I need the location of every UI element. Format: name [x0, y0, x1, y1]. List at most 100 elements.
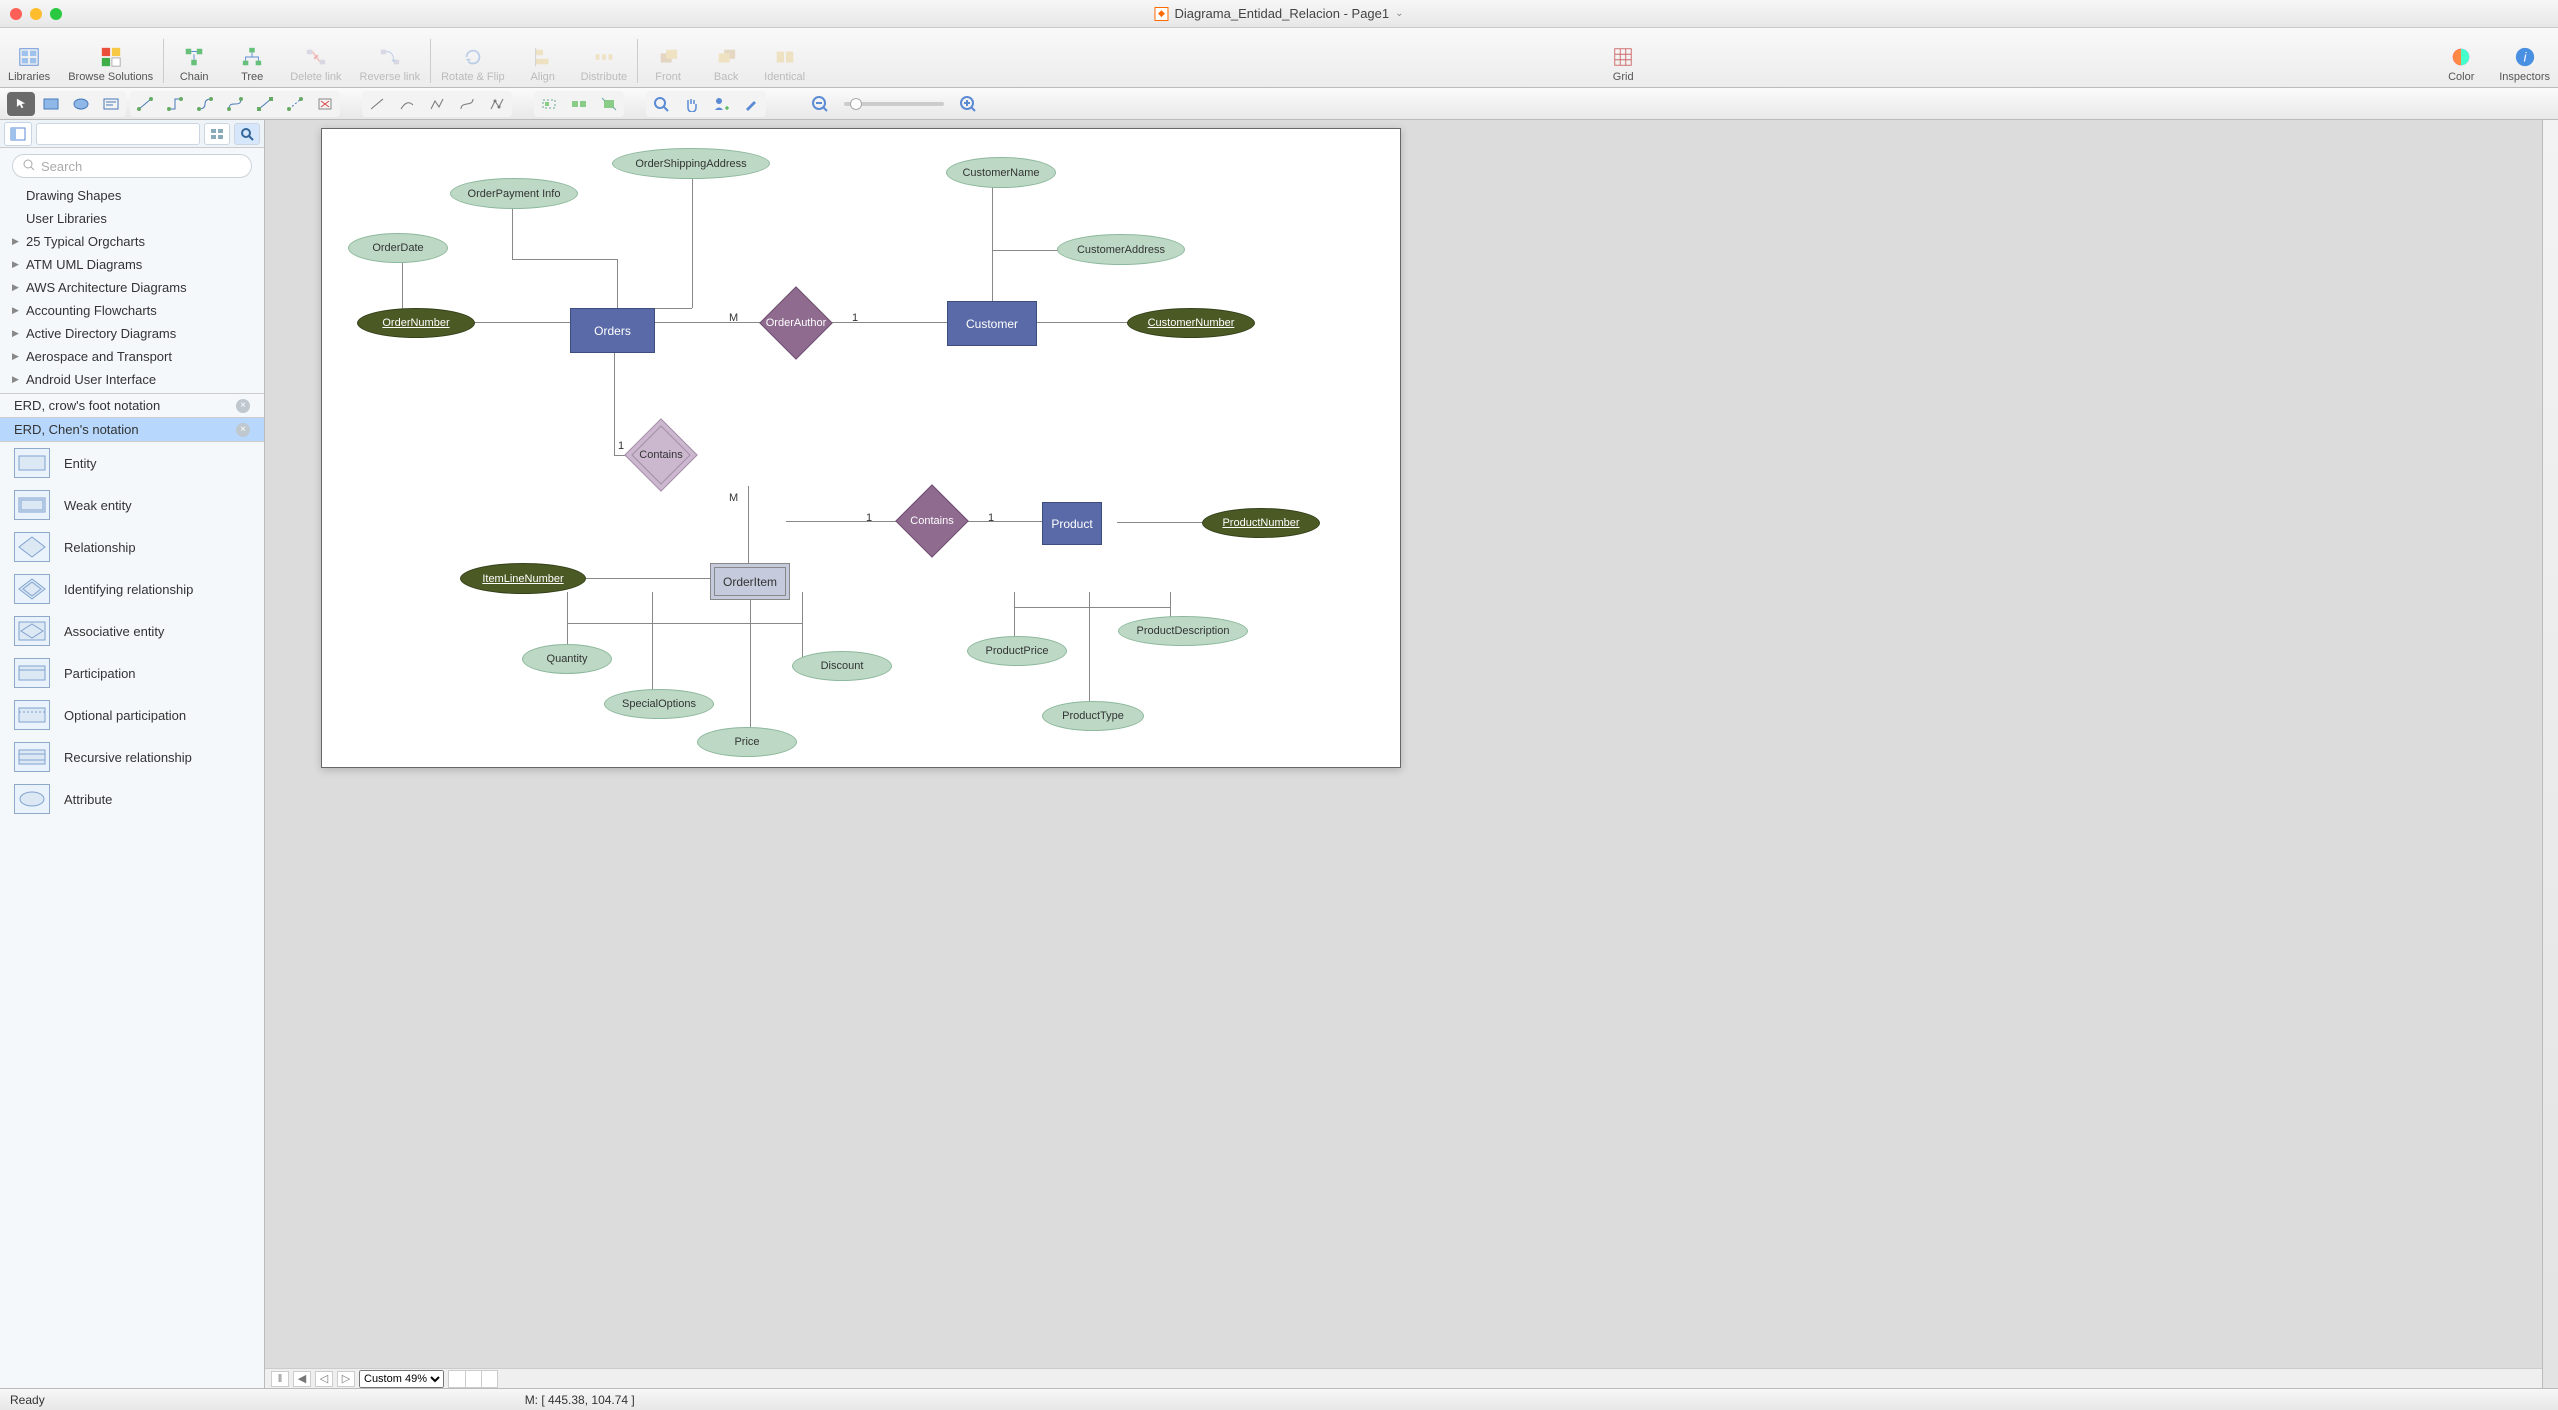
insert-image-tool[interactable]	[707, 92, 735, 116]
first-page-button[interactable]: ◀	[293, 1371, 311, 1387]
list-item[interactable]: ▶Aerospace and Transport	[0, 345, 264, 368]
libraries-button[interactable]: Libraries	[8, 45, 50, 83]
attr-quantity[interactable]: Quantity	[522, 644, 612, 674]
attr-order-date[interactable]: OrderDate	[348, 233, 448, 263]
tree-button[interactable]: Tree	[232, 45, 272, 83]
minimize-button[interactable]	[30, 8, 42, 20]
entity-order-item[interactable]: OrderItem	[710, 563, 790, 600]
zoom-select[interactable]: Custom 49%	[359, 1370, 444, 1388]
connector-tool-5[interactable]	[251, 92, 279, 116]
sidebar-search-button[interactable]	[234, 123, 260, 145]
shape-item-participation[interactable]: Participation	[0, 652, 264, 694]
close-icon[interactable]: ×	[236, 423, 250, 437]
pen-tool[interactable]	[737, 92, 765, 116]
shape-item-relationship[interactable]: Relationship	[0, 526, 264, 568]
line-tool-1[interactable]	[363, 92, 391, 116]
list-item[interactable]: ▶ATM UML Diagrams	[0, 253, 264, 276]
attr-special-options[interactable]: SpecialOptions	[604, 689, 714, 719]
entity-product[interactable]: Product	[1042, 502, 1102, 545]
library-categories-list[interactable]: Drawing Shapes User Libraries ▶25 Typica…	[0, 184, 264, 394]
shape-item-identifying-relationship[interactable]: Identifying relationship	[0, 568, 264, 610]
maximize-button[interactable]	[50, 8, 62, 20]
group-tool-3[interactable]	[595, 92, 623, 116]
title-dropdown-icon[interactable]: ⌄	[1395, 8, 1403, 19]
entity-customer[interactable]: Customer	[947, 301, 1037, 346]
zoom-tool[interactable]	[647, 92, 675, 116]
shape-item-associative-entity[interactable]: Associative entity	[0, 610, 264, 652]
list-item[interactable]: User Libraries	[0, 207, 264, 230]
shape-item-recursive-relationship[interactable]: Recursive relationship	[0, 736, 264, 778]
sidebar-tab-button[interactable]	[4, 122, 32, 146]
prev-page-button[interactable]: ◁	[315, 1371, 333, 1387]
list-item[interactable]: Drawing Shapes	[0, 184, 264, 207]
delete-connector-tool[interactable]	[311, 92, 339, 116]
attr-price[interactable]: Price	[697, 727, 797, 757]
list-item[interactable]: ▶Accounting Flowcharts	[0, 299, 264, 322]
connector-tool-6[interactable]	[281, 92, 309, 116]
pointer-tool[interactable]	[7, 92, 35, 116]
rectangle-tool[interactable]	[37, 92, 65, 116]
attr-order-shipping[interactable]: OrderShippingAddress	[612, 148, 770, 179]
connector-tool-2[interactable]	[161, 92, 189, 116]
attr-customer-name[interactable]: CustomerName	[946, 157, 1056, 188]
chain-button[interactable]: Chain	[174, 45, 214, 83]
sidebar-mini-input[interactable]	[36, 123, 200, 145]
rel-contains-1[interactable]: Contains	[635, 429, 687, 481]
shape-item-attribute[interactable]: Attribute	[0, 778, 264, 820]
attr-product-number[interactable]: ProductNumber	[1202, 508, 1320, 538]
close-button[interactable]	[10, 8, 22, 20]
ellipse-tool[interactable]	[67, 92, 95, 116]
collapse-panel-button[interactable]: ‖	[271, 1371, 289, 1387]
tab-chen[interactable]: ERD, Chen's notation×	[0, 418, 264, 442]
attr-product-description[interactable]: ProductDescription	[1118, 616, 1248, 646]
attr-order-number[interactable]: OrderNumber	[357, 308, 475, 338]
entity-orders[interactable]: Orders	[570, 308, 655, 353]
shape-item-entity[interactable]: Entity	[0, 442, 264, 484]
attr-customer-address[interactable]: CustomerAddress	[1057, 234, 1185, 265]
list-item[interactable]: ▶AWS Architecture Diagrams	[0, 276, 264, 299]
browse-solutions-button[interactable]: Browse Solutions	[68, 45, 153, 83]
text-box-tool[interactable]	[97, 92, 125, 116]
erd-canvas[interactable]: Orders Customer Product OrderItem OrderA…	[321, 128, 1401, 768]
attr-order-payment[interactable]: OrderPayment Info	[450, 178, 578, 209]
list-item[interactable]: ▶Android User Interface	[0, 368, 264, 391]
attr-discount[interactable]: Discount	[792, 651, 892, 681]
inspectors-button[interactable]: iInspectors	[2499, 45, 2550, 83]
line-tool-4[interactable]	[453, 92, 481, 116]
hand-tool[interactable]	[677, 92, 705, 116]
attr-item-line-number[interactable]: ItemLineNumber	[460, 563, 586, 594]
close-icon[interactable]: ×	[236, 399, 250, 413]
sidebar-grid-view-button[interactable]	[204, 123, 230, 145]
next-page-button[interactable]: ▷	[337, 1371, 355, 1387]
attr-product-type[interactable]: ProductType	[1042, 701, 1144, 731]
canvas-area[interactable]: Orders Customer Product OrderItem OrderA…	[265, 120, 2558, 1388]
connector-tool-3[interactable]	[191, 92, 219, 116]
zoom-slider[interactable]	[844, 102, 944, 106]
zoom-in-button[interactable]	[954, 92, 982, 116]
page-tab[interactable]	[481, 1371, 497, 1387]
group-tool-2[interactable]	[565, 92, 593, 116]
grid-button[interactable]: Grid	[1603, 45, 1643, 83]
page-tab[interactable]	[465, 1371, 481, 1387]
group-tool-1[interactable]	[535, 92, 563, 116]
connector-tool-1[interactable]	[131, 92, 159, 116]
tab-crow-foot[interactable]: ERD, crow's foot notation×	[0, 394, 264, 418]
line-tool-3[interactable]	[423, 92, 451, 116]
page-tab[interactable]	[449, 1371, 465, 1387]
list-item[interactable]: ▶25 Typical Orgcharts	[0, 230, 264, 253]
search-input[interactable]: Search	[12, 154, 252, 178]
zoom-out-button[interactable]	[806, 92, 834, 116]
rel-order-author[interactable]: OrderAuthor	[770, 297, 822, 349]
attr-product-price[interactable]: ProductPrice	[967, 636, 1067, 666]
attr-customer-number[interactable]: CustomerNumber	[1127, 308, 1255, 338]
line-tool-2[interactable]	[393, 92, 421, 116]
color-button[interactable]: Color	[2441, 45, 2481, 83]
rel-contains-2[interactable]: Contains	[906, 495, 958, 547]
list-item[interactable]: ▶Active Directory Diagrams	[0, 322, 264, 345]
right-scrollbar[interactable]	[2542, 120, 2558, 1388]
shape-item-weak-entity[interactable]: Weak entity	[0, 484, 264, 526]
shape-list[interactable]: Entity Weak entity Relationship Identify…	[0, 442, 264, 1388]
line-tool-5[interactable]	[483, 92, 511, 116]
connector-tool-4[interactable]	[221, 92, 249, 116]
shape-item-optional-participation[interactable]: Optional participation	[0, 694, 264, 736]
